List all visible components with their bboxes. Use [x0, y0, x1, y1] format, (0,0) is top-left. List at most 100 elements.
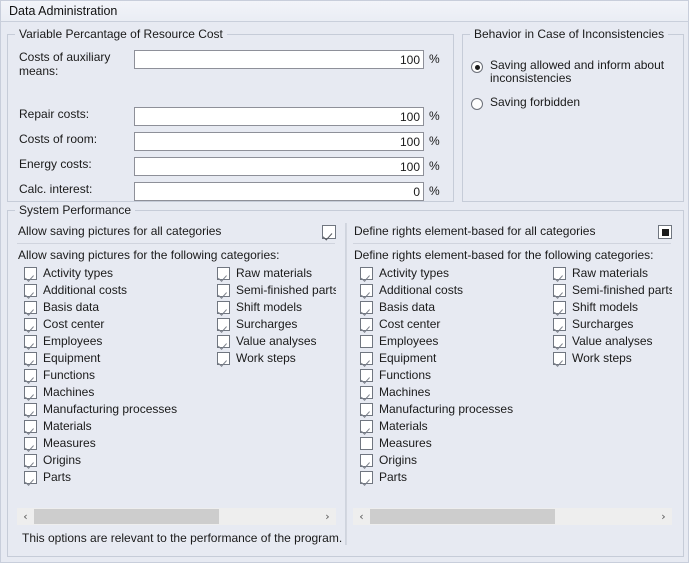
- left-category-checkbox[interactable]: [24, 403, 37, 416]
- right-category-checkbox[interactable]: [553, 284, 566, 297]
- left-category-item[interactable]: Materials: [24, 418, 209, 435]
- right-category-item[interactable]: Basis data: [360, 299, 545, 316]
- left-category-checkbox[interactable]: [24, 420, 37, 433]
- right-category-checkbox[interactable]: [553, 318, 566, 331]
- define-rights-all-checkbox[interactable]: [658, 225, 672, 239]
- left-category-item[interactable]: Basis data: [24, 299, 209, 316]
- left-category-item[interactable]: Shift models: [217, 299, 336, 316]
- right-category-checkbox[interactable]: [360, 454, 373, 467]
- left-category-checkbox[interactable]: [217, 284, 230, 297]
- left-scroll-thumb[interactable]: [34, 509, 219, 524]
- allow-saving-all-checkbox[interactable]: [322, 225, 336, 239]
- right-category-item[interactable]: Manufacturing processes: [360, 401, 545, 418]
- left-category-checkbox[interactable]: [24, 454, 37, 467]
- left-horizontal-scrollbar[interactable]: ‹ ›: [17, 508, 336, 525]
- left-category-item[interactable]: Work steps: [217, 350, 336, 367]
- right-category-list[interactable]: Activity types Additional costs Basis data…: [353, 265, 672, 510]
- right-category-item[interactable]: Equipment: [360, 350, 545, 367]
- radio-icon-saving-forbidden[interactable]: [471, 98, 483, 110]
- right-category-item[interactable]: Value analyses: [553, 333, 672, 350]
- right-category-checkbox[interactable]: [360, 301, 373, 314]
- left-category-item[interactable]: Employees: [24, 333, 209, 350]
- right-category-item[interactable]: Employees: [360, 333, 545, 350]
- right-category-item[interactable]: Origins: [360, 452, 545, 469]
- right-category-item[interactable]: Shift models: [553, 299, 672, 316]
- left-category-checkbox[interactable]: [24, 437, 37, 450]
- radio-label-saving-allowed: Saving allowed and inform about inconsis…: [490, 58, 665, 85]
- left-category-checkbox[interactable]: [217, 335, 230, 348]
- left-category-checkbox[interactable]: [217, 301, 230, 314]
- right-category-checkbox[interactable]: [553, 267, 566, 280]
- right-horizontal-scrollbar[interactable]: ‹ ›: [353, 508, 672, 525]
- energy-costs-input[interactable]: [134, 157, 424, 176]
- right-category-checkbox[interactable]: [360, 267, 373, 280]
- right-category-checkbox[interactable]: [360, 386, 373, 399]
- left-category-checkbox[interactable]: [24, 386, 37, 399]
- left-category-item[interactable]: Origins: [24, 452, 209, 469]
- auxiliary-means-input[interactable]: [134, 50, 424, 69]
- right-category-checkbox[interactable]: [553, 335, 566, 348]
- left-category-item[interactable]: Parts: [24, 469, 209, 486]
- right-category-checkbox[interactable]: [553, 352, 566, 365]
- define-rights-all-row[interactable]: Define rights element-based for all cate…: [349, 221, 680, 244]
- left-category-column-1: Activity types Additional costs Basis data…: [24, 265, 209, 486]
- left-category-item[interactable]: Activity types: [24, 265, 209, 282]
- right-category-item[interactable]: Materials: [360, 418, 545, 435]
- left-category-item[interactable]: Cost center: [24, 316, 209, 333]
- right-category-checkbox[interactable]: [360, 284, 373, 297]
- right-category-checkbox[interactable]: [360, 318, 373, 331]
- right-scroll-right-arrow-icon[interactable]: ›: [655, 508, 672, 525]
- right-category-item[interactable]: Measures: [360, 435, 545, 452]
- right-scroll-left-arrow-icon[interactable]: ‹: [353, 508, 370, 525]
- repair-costs-input[interactable]: [134, 107, 424, 126]
- left-category-item[interactable]: Equipment: [24, 350, 209, 367]
- left-category-checkbox[interactable]: [24, 318, 37, 331]
- left-scroll-right-arrow-icon[interactable]: ›: [319, 508, 336, 525]
- left-category-item[interactable]: Functions: [24, 367, 209, 384]
- left-category-checkbox[interactable]: [24, 471, 37, 484]
- right-category-checkbox[interactable]: [360, 437, 373, 450]
- left-category-item[interactable]: Raw materials: [217, 265, 336, 282]
- right-category-checkbox[interactable]: [360, 352, 373, 365]
- right-category-item[interactable]: Surcharges: [553, 316, 672, 333]
- right-category-checkbox[interactable]: [360, 471, 373, 484]
- radio-icon-saving-allowed[interactable]: [471, 61, 483, 73]
- left-category-item[interactable]: Measures: [24, 435, 209, 452]
- allow-saving-all-row[interactable]: Allow saving pictures for all categories: [13, 221, 344, 244]
- right-category-item[interactable]: Functions: [360, 367, 545, 384]
- left-category-checkbox[interactable]: [217, 318, 230, 331]
- left-category-item[interactable]: Surcharges: [217, 316, 336, 333]
- left-scroll-left-arrow-icon[interactable]: ‹: [17, 508, 34, 525]
- calc-interest-input[interactable]: [134, 182, 424, 201]
- left-category-checkbox[interactable]: [24, 267, 37, 280]
- left-category-list[interactable]: Activity types Additional costs Basis data…: [17, 265, 336, 510]
- left-category-checkbox[interactable]: [24, 369, 37, 382]
- left-category-checkbox[interactable]: [217, 267, 230, 280]
- right-category-checkbox[interactable]: [553, 301, 566, 314]
- right-category-item[interactable]: Additional costs: [360, 282, 545, 299]
- left-category-item[interactable]: Machines: [24, 384, 209, 401]
- right-category-item[interactable]: Activity types: [360, 265, 545, 282]
- right-scroll-thumb[interactable]: [370, 509, 555, 524]
- right-category-checkbox[interactable]: [360, 403, 373, 416]
- left-category-checkbox[interactable]: [24, 352, 37, 365]
- left-category-item[interactable]: Manufacturing processes: [24, 401, 209, 418]
- left-category-item[interactable]: Additional costs: [24, 282, 209, 299]
- right-category-item[interactable]: Raw materials: [553, 265, 672, 282]
- left-category-checkbox[interactable]: [24, 284, 37, 297]
- left-category-item[interactable]: Semi-finished parts: [217, 282, 336, 299]
- right-category-item[interactable]: Semi-finished parts: [553, 282, 672, 299]
- left-category-checkbox[interactable]: [24, 335, 37, 348]
- panes-splitter[interactable]: [345, 223, 347, 545]
- right-category-checkbox[interactable]: [360, 335, 373, 348]
- right-category-checkbox[interactable]: [360, 369, 373, 382]
- left-category-item[interactable]: Value analyses: [217, 333, 336, 350]
- right-category-item[interactable]: Work steps: [553, 350, 672, 367]
- right-category-item[interactable]: Machines: [360, 384, 545, 401]
- costs-of-room-input[interactable]: [134, 132, 424, 151]
- right-category-item[interactable]: Cost center: [360, 316, 545, 333]
- right-category-checkbox[interactable]: [360, 420, 373, 433]
- right-category-item[interactable]: Parts: [360, 469, 545, 486]
- left-category-checkbox[interactable]: [217, 352, 230, 365]
- left-category-checkbox[interactable]: [24, 301, 37, 314]
